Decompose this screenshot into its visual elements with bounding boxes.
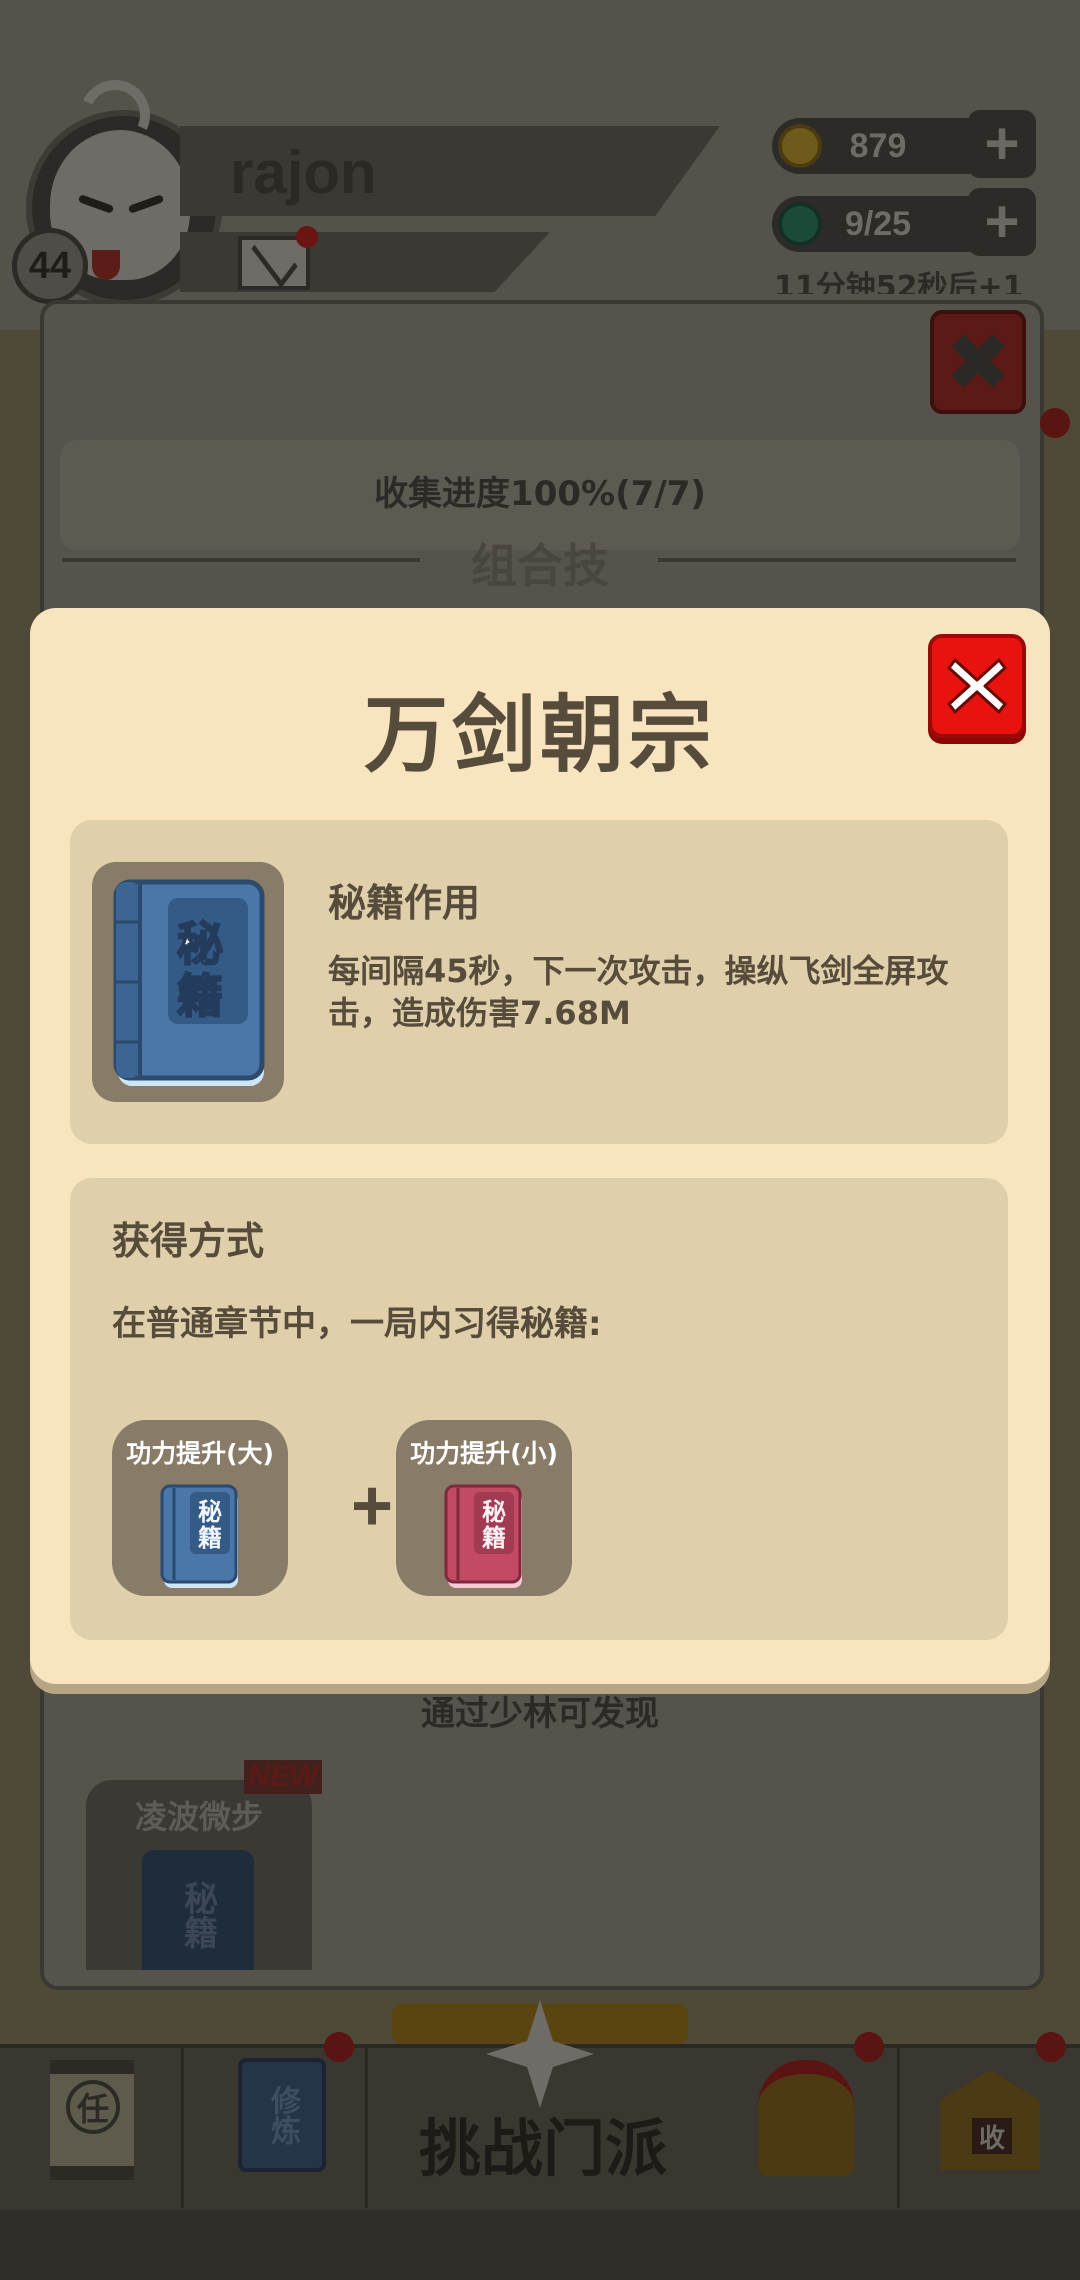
mail-bar [180,232,550,292]
blue-book-icon: 秘 籍 [160,1484,238,1588]
close-button[interactable] [928,634,1026,738]
book-label-bottom: 籍 [198,1524,222,1552]
modal-title: 万剑朝宗 [363,686,716,784]
challenge-button[interactable]: 挑战门派 [370,2098,716,2188]
book-label-top: 秘 [482,1498,506,1526]
avatar-mouth [92,250,120,280]
training-book-icon: 修炼 [238,2058,326,2172]
acquire-title: 获得方式 [112,1219,265,1263]
acquire-description: 在普通章节中，一局内习得秘籍: [112,1304,602,1344]
skill-card-lingbo[interactable]: 凌波微步 秘籍 [86,1780,312,1970]
secret-book-icon: 秘 籍 [113,879,265,1086]
book-icon: 秘籍 [142,1850,254,1970]
side-notification-dot [1040,408,1070,438]
mail-notification-dot [296,226,318,248]
pink-book-icon: 秘 籍 [444,1484,522,1588]
add-energy-button[interactable]: + [968,188,1036,256]
collect-progress-text: 收集进度100%(7/7) [374,474,706,514]
close-icon [947,658,1007,714]
skill-card-name: 凌波微步 [134,1798,263,1836]
new-tag: NEW [244,1760,322,1794]
requirement-card[interactable]: 功力提升(大) 秘 籍 [112,1420,288,1596]
book-label-bottom: 籍 [482,1524,506,1552]
coin-amount: 879 [849,126,907,165]
training-notification-dot [324,2032,354,2062]
energy-gem-icon [778,202,822,246]
energy-timer: 11分钟52秒后+1 [774,270,1024,294]
coin-icon [778,124,822,168]
requirement-name: 功力提升(大) [126,1439,274,1468]
acquire-panel: 获得方式 在普通章节中，一局内习得秘籍: 功力提升(大) 秘 籍 + 功力提升(… [70,1178,1008,1640]
add-coins-button[interactable]: + [968,110,1036,178]
effect-description: 每间隔45秒，下一次攻击，操纵飞剑全屏攻击，造成伤害7.68M [328,952,949,1032]
plus-sign: + [350,1466,394,1546]
player-name: rajon [230,139,377,206]
skill-book-frame: 秘 籍 [92,862,284,1102]
effect-panel: 秘 籍 秘籍作用 每间隔45秒，下一次攻击，操纵飞剑全屏攻击，造成伤害7.68M [70,820,1008,1144]
collection-notification-dot [1036,2032,1066,2062]
skill-detail-modal: 万剑朝宗 秘 籍 秘籍作用 每间隔45秒，下一次攻击，操纵飞剑全屏攻击，造成伤害… [30,608,1050,1684]
bottom-strip [0,2210,1080,2280]
book-label-bottom: 籍 [177,969,223,1023]
equipment-notification-dot [854,2032,884,2062]
book-label-top: 秘 [198,1498,222,1526]
collect-icon-char: 收 [972,2118,1012,2154]
energy-amount: 9/25 [844,204,912,243]
book-label-top: 秘 [177,917,223,971]
requirement-card[interactable]: 功力提升(小) 秘 籍 [396,1420,572,1596]
combo-heading: 组合技 [471,539,609,593]
effect-title: 秘籍作用 [328,881,481,925]
helmet-icon [758,2060,854,2176]
collection-close-button[interactable]: ✖ [930,310,1026,414]
requirement-name: 功力提升(小) [410,1439,558,1468]
found-hint-text: 通过少林可发现 [421,1694,659,1734]
task-icon-char: 任 [66,2080,120,2134]
level-badge: 44 [12,228,88,304]
